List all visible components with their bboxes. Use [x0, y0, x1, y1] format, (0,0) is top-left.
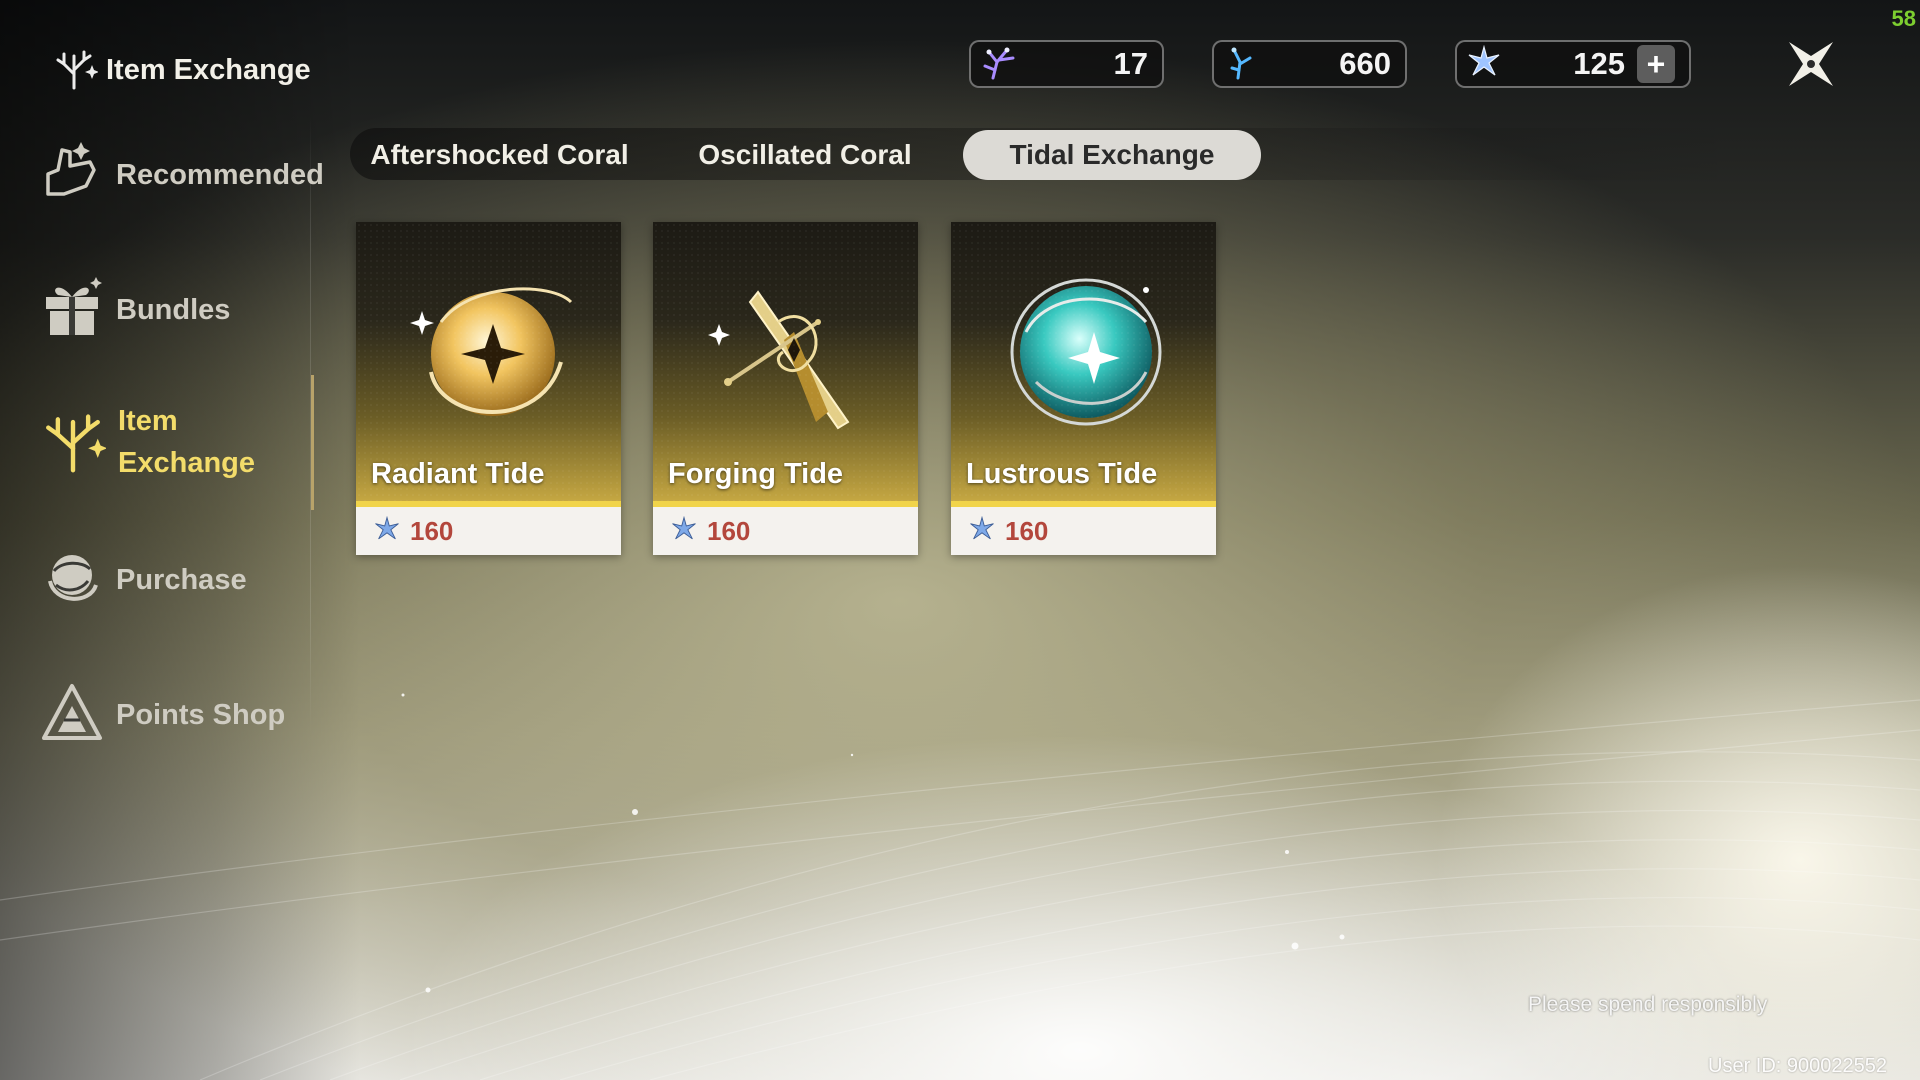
lunite-orb-icon — [40, 545, 104, 614]
coral-icon — [40, 407, 108, 478]
sidebar-item-label: Recommended — [116, 158, 324, 191]
tide-star-icon — [374, 515, 400, 547]
page-title: Item Exchange — [106, 54, 311, 86]
sidebar-item-item-exchange[interactable]: Item Exchange — [40, 400, 268, 484]
radiant-tide-orb-icon — [410, 287, 573, 416]
sidebar-item-recommended[interactable]: Recommended — [40, 140, 324, 209]
tab-aftershocked-coral[interactable]: Aftershocked Coral — [352, 130, 647, 180]
add-currency-button[interactable]: + — [1637, 45, 1675, 83]
sidebar-item-bundles[interactable]: Bundles — [40, 275, 230, 344]
price-row: 160 — [356, 507, 621, 555]
currency-value: 660 — [1339, 46, 1391, 81]
product-name: Radiant Tide — [371, 458, 545, 490]
currency-aftershocked-coral: 17 — [969, 40, 1164, 88]
currency-value: 17 — [1113, 46, 1148, 81]
sidebar-item-label: Points Shop — [116, 698, 286, 731]
close-button[interactable] — [1785, 38, 1837, 90]
close-icon — [1785, 42, 1837, 94]
tide-star-icon — [1467, 44, 1501, 84]
user-id: User ID: 900022552 — [1708, 1055, 1888, 1077]
fps-counter: 58 — [1891, 6, 1916, 31]
product-name: Lustrous Tide — [966, 458, 1158, 490]
tab-tidal-exchange[interactable]: Tidal Exchange — [963, 130, 1261, 180]
tab-oscillated-coral[interactable]: Oscillated Coral — [665, 130, 945, 180]
currency-value: 125 — [1573, 46, 1625, 81]
forging-tide-blade-icon — [708, 290, 850, 430]
aftershocked-coral-icon — [981, 44, 1017, 85]
currency-tide: 125 + — [1455, 40, 1691, 88]
product-price: 160 — [410, 515, 454, 546]
product-card-radiant-tide[interactable]: Radiant Tide 160 — [356, 222, 621, 555]
page-header: Item Exchange — [50, 44, 311, 97]
price-row: 160 — [653, 507, 918, 555]
product-price: 160 — [1005, 515, 1049, 546]
oscillated-coral-icon — [1224, 44, 1260, 85]
sidebar-item-label: Bundles — [116, 293, 231, 326]
coral-icon — [50, 44, 99, 97]
sidebar-item-purchase[interactable]: Purchase — [40, 545, 247, 614]
product-price: 160 — [707, 515, 751, 546]
product-card-lustrous-tide[interactable]: Lustrous Tide 160 — [951, 222, 1216, 555]
price-row: 160 — [951, 507, 1216, 555]
sidebar-item-label: Item Exchange — [118, 405, 255, 479]
triangle-icon — [40, 680, 104, 749]
currency-oscillated-coral: 660 — [1212, 40, 1407, 88]
tide-star-icon — [969, 515, 995, 547]
lustrous-tide-orb-icon — [1010, 278, 1162, 426]
spend-notice: Please spend responsibly — [1528, 993, 1768, 1016]
sidebar-item-points-shop[interactable]: Points Shop — [40, 680, 285, 749]
gift-icon — [40, 275, 104, 344]
sidebar-item-label: Purchase — [116, 563, 247, 596]
tide-star-icon — [671, 515, 697, 547]
sidebar-active-indicator — [311, 375, 314, 510]
hand-icon — [40, 140, 104, 209]
product-name: Forging Tide — [668, 458, 844, 490]
product-card-forging-tide[interactable]: Forging Tide 160 — [653, 222, 918, 555]
